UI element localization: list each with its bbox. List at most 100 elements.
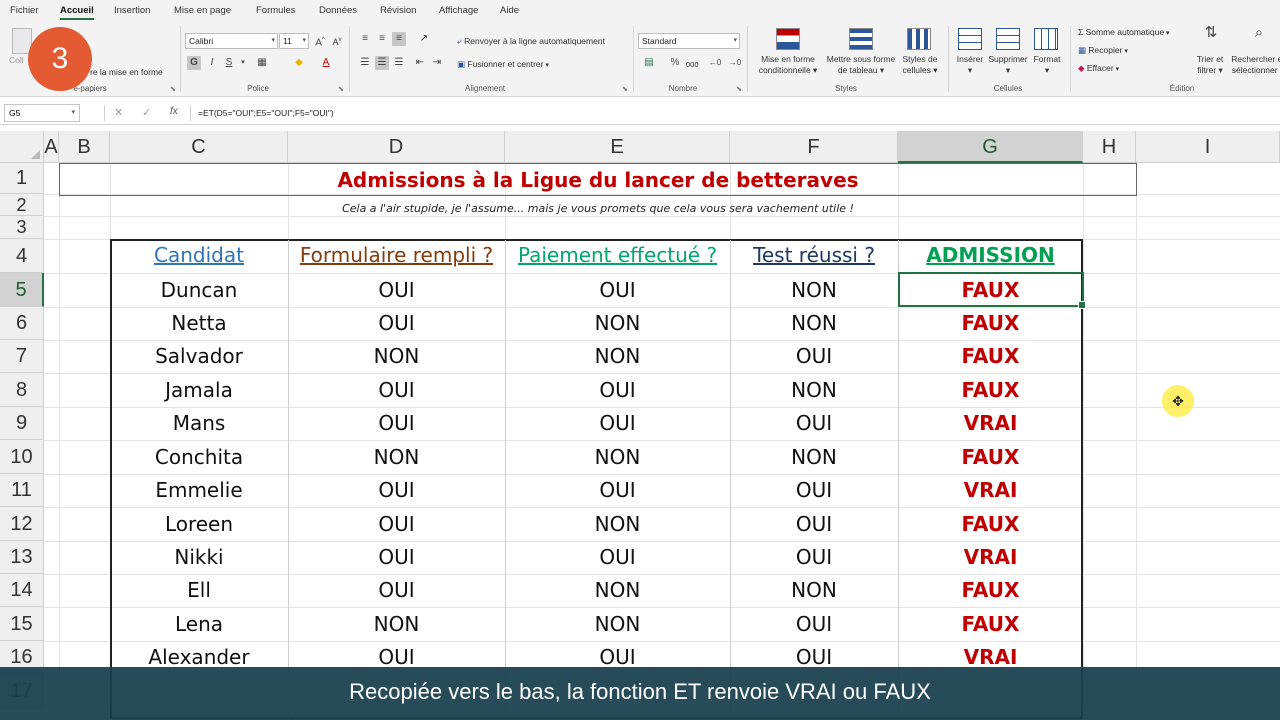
cell-formulaire[interactable]: OUI (288, 273, 505, 307)
percent-button[interactable]: % (668, 56, 682, 70)
cell-candidat[interactable]: Mans (110, 407, 288, 440)
menu-mise-en-page[interactable]: Mise en page (174, 5, 231, 16)
decrease-indent-icon[interactable]: ⇤ (413, 56, 427, 70)
confirm-icon[interactable]: ✓ (142, 106, 151, 119)
thousands-separator-button[interactable]: 000 (686, 60, 699, 69)
row-header-1[interactable]: 1 (0, 163, 44, 194)
row-header-8[interactable]: 8 (0, 373, 44, 407)
row-header-7[interactable]: 7 (0, 340, 44, 373)
cell-formulaire[interactable]: NON (288, 440, 505, 474)
column-header-e[interactable]: E (505, 131, 730, 163)
row-header-9[interactable]: 9 (0, 407, 44, 440)
format-as-table-button[interactable]: Mettre sous forme de tableau ▾ (822, 54, 900, 76)
format-button[interactable]: Format ▾ (1026, 54, 1068, 76)
row-header-3[interactable]: 3 (0, 216, 44, 239)
wrap-text-button[interactable]: ⤶ Renvoyer à la ligne automatiquement (457, 36, 605, 47)
paste-button[interactable]: Coll (9, 55, 24, 65)
cell-styles-icon[interactable] (907, 28, 931, 50)
align-bottom-icon[interactable]: ≡ (392, 32, 406, 46)
row-header-12[interactable]: 12 (0, 507, 44, 541)
column-header-g[interactable]: G (898, 131, 1083, 163)
cell-test[interactable]: NON (730, 273, 898, 307)
grow-font-icon[interactable]: A^ (313, 33, 327, 48)
row-header-14[interactable]: 14 (0, 574, 44, 607)
magnifier-icon[interactable]: ⌕ (1248, 25, 1270, 40)
cell-formulaire[interactable]: OUI (288, 574, 505, 607)
cell-admission[interactable]: FAUX (898, 373, 1083, 407)
cell-test[interactable]: NON (730, 307, 898, 340)
format-as-table-icon[interactable] (849, 28, 873, 50)
bold-button[interactable]: G (187, 56, 201, 70)
align-center-icon[interactable]: ☰ (375, 56, 389, 70)
cell-candidat[interactable]: Emmelie (110, 474, 288, 507)
find-select-button[interactable]: Rechercher etsélectionner ▾ (1228, 54, 1280, 76)
row-header-2[interactable]: 2 (0, 194, 44, 216)
cell-paiement[interactable]: NON (505, 440, 730, 474)
row-header-13[interactable]: 13 (0, 541, 44, 574)
cell-admission[interactable]: VRAI (898, 541, 1083, 574)
cell-admission[interactable]: FAUX (898, 607, 1083, 641)
select-all-button[interactable] (0, 131, 44, 163)
cell-admission[interactable]: FAUX (898, 307, 1083, 340)
cell-test[interactable]: OUI (730, 407, 898, 440)
column-header-i[interactable]: I (1136, 131, 1280, 163)
cell-admission[interactable]: FAUX (898, 507, 1083, 541)
name-box[interactable]: G5 ▾ (4, 104, 80, 122)
cell-formulaire[interactable]: NON (288, 340, 505, 373)
row-header-6[interactable]: 6 (0, 307, 44, 340)
italic-button[interactable]: I (205, 56, 219, 70)
insert-cells-icon[interactable] (958, 28, 982, 50)
cell-admission[interactable]: VRAI (898, 407, 1083, 440)
decrease-decimal-icon[interactable]: →0 (728, 56, 742, 70)
cell-candidat[interactable]: Conchita (110, 440, 288, 474)
font-color-icon[interactable]: A (319, 56, 333, 70)
column-header-f[interactable]: F (730, 131, 898, 163)
clipboard-launcher-icon[interactable]: ⬊ (170, 85, 176, 93)
cell-candidat[interactable]: Jamala (110, 373, 288, 407)
sort-filter-button[interactable]: Trier et filtrer ▾ (1190, 54, 1230, 76)
column-header-c[interactable]: C (110, 131, 288, 163)
delete-button[interactable]: Supprimer ▾ (984, 54, 1032, 76)
column-header-h[interactable]: H (1083, 131, 1136, 163)
cell-candidat[interactable]: Salvador (110, 340, 288, 373)
orientation-icon[interactable]: ↗ (417, 32, 431, 46)
column-header-a[interactable]: A (44, 131, 59, 163)
cell-paiement[interactable]: NON (505, 507, 730, 541)
cell-admission[interactable]: FAUX (898, 440, 1083, 474)
conditional-format-icon[interactable] (776, 28, 800, 50)
cell-formulaire[interactable]: OUI (288, 407, 505, 440)
cell-admission[interactable]: VRAI (898, 474, 1083, 507)
cell-test[interactable]: OUI (730, 507, 898, 541)
align-left-icon[interactable]: ☰ (358, 56, 372, 70)
align-middle-icon[interactable]: ≡ (375, 32, 389, 46)
fill-color-icon[interactable]: ◆ (292, 56, 306, 70)
cell-test[interactable]: OUI (730, 474, 898, 507)
menu-revision[interactable]: Révision (380, 5, 416, 16)
increase-indent-icon[interactable]: ⇥ (430, 56, 444, 70)
borders-icon[interactable]: ▦ (255, 56, 269, 70)
cell-formulaire[interactable]: OUI (288, 307, 505, 340)
cell-admission[interactable]: FAUX (898, 340, 1083, 373)
row-header-4[interactable]: 4 (0, 239, 44, 273)
cell-paiement[interactable]: OUI (505, 373, 730, 407)
cell-styles-button[interactable]: Styles de cellules ▾ (896, 54, 944, 76)
cell-test[interactable]: NON (730, 373, 898, 407)
menu-donnees[interactable]: Données (319, 5, 357, 16)
cell-paiement[interactable]: NON (505, 607, 730, 641)
formula-input[interactable]: =ET(D5="OUI";E5="OUI";F5="OUI") (198, 108, 334, 118)
menu-affichage[interactable]: Affichage (439, 5, 478, 16)
cell-test[interactable]: NON (730, 574, 898, 607)
cell-test[interactable]: OUI (730, 607, 898, 641)
cell-candidat[interactable]: Nikki (110, 541, 288, 574)
alignment-launcher-icon[interactable]: ⬊ (622, 85, 628, 93)
sort-filter-icon[interactable]: ⇅ (1200, 25, 1222, 40)
function-icon[interactable]: fx (170, 106, 178, 117)
font-launcher-icon[interactable]: ⬊ (338, 85, 344, 93)
cell-candidat[interactable]: Netta (110, 307, 288, 340)
row-header-11[interactable]: 11 (0, 474, 44, 507)
cell-formulaire[interactable]: OUI (288, 507, 505, 541)
shrink-font-icon[interactable]: Av (330, 33, 344, 47)
cell-formulaire[interactable]: OUI (288, 541, 505, 574)
menu-aide[interactable]: Aide (500, 5, 519, 16)
menu-insertion[interactable]: Insertion (114, 5, 150, 16)
